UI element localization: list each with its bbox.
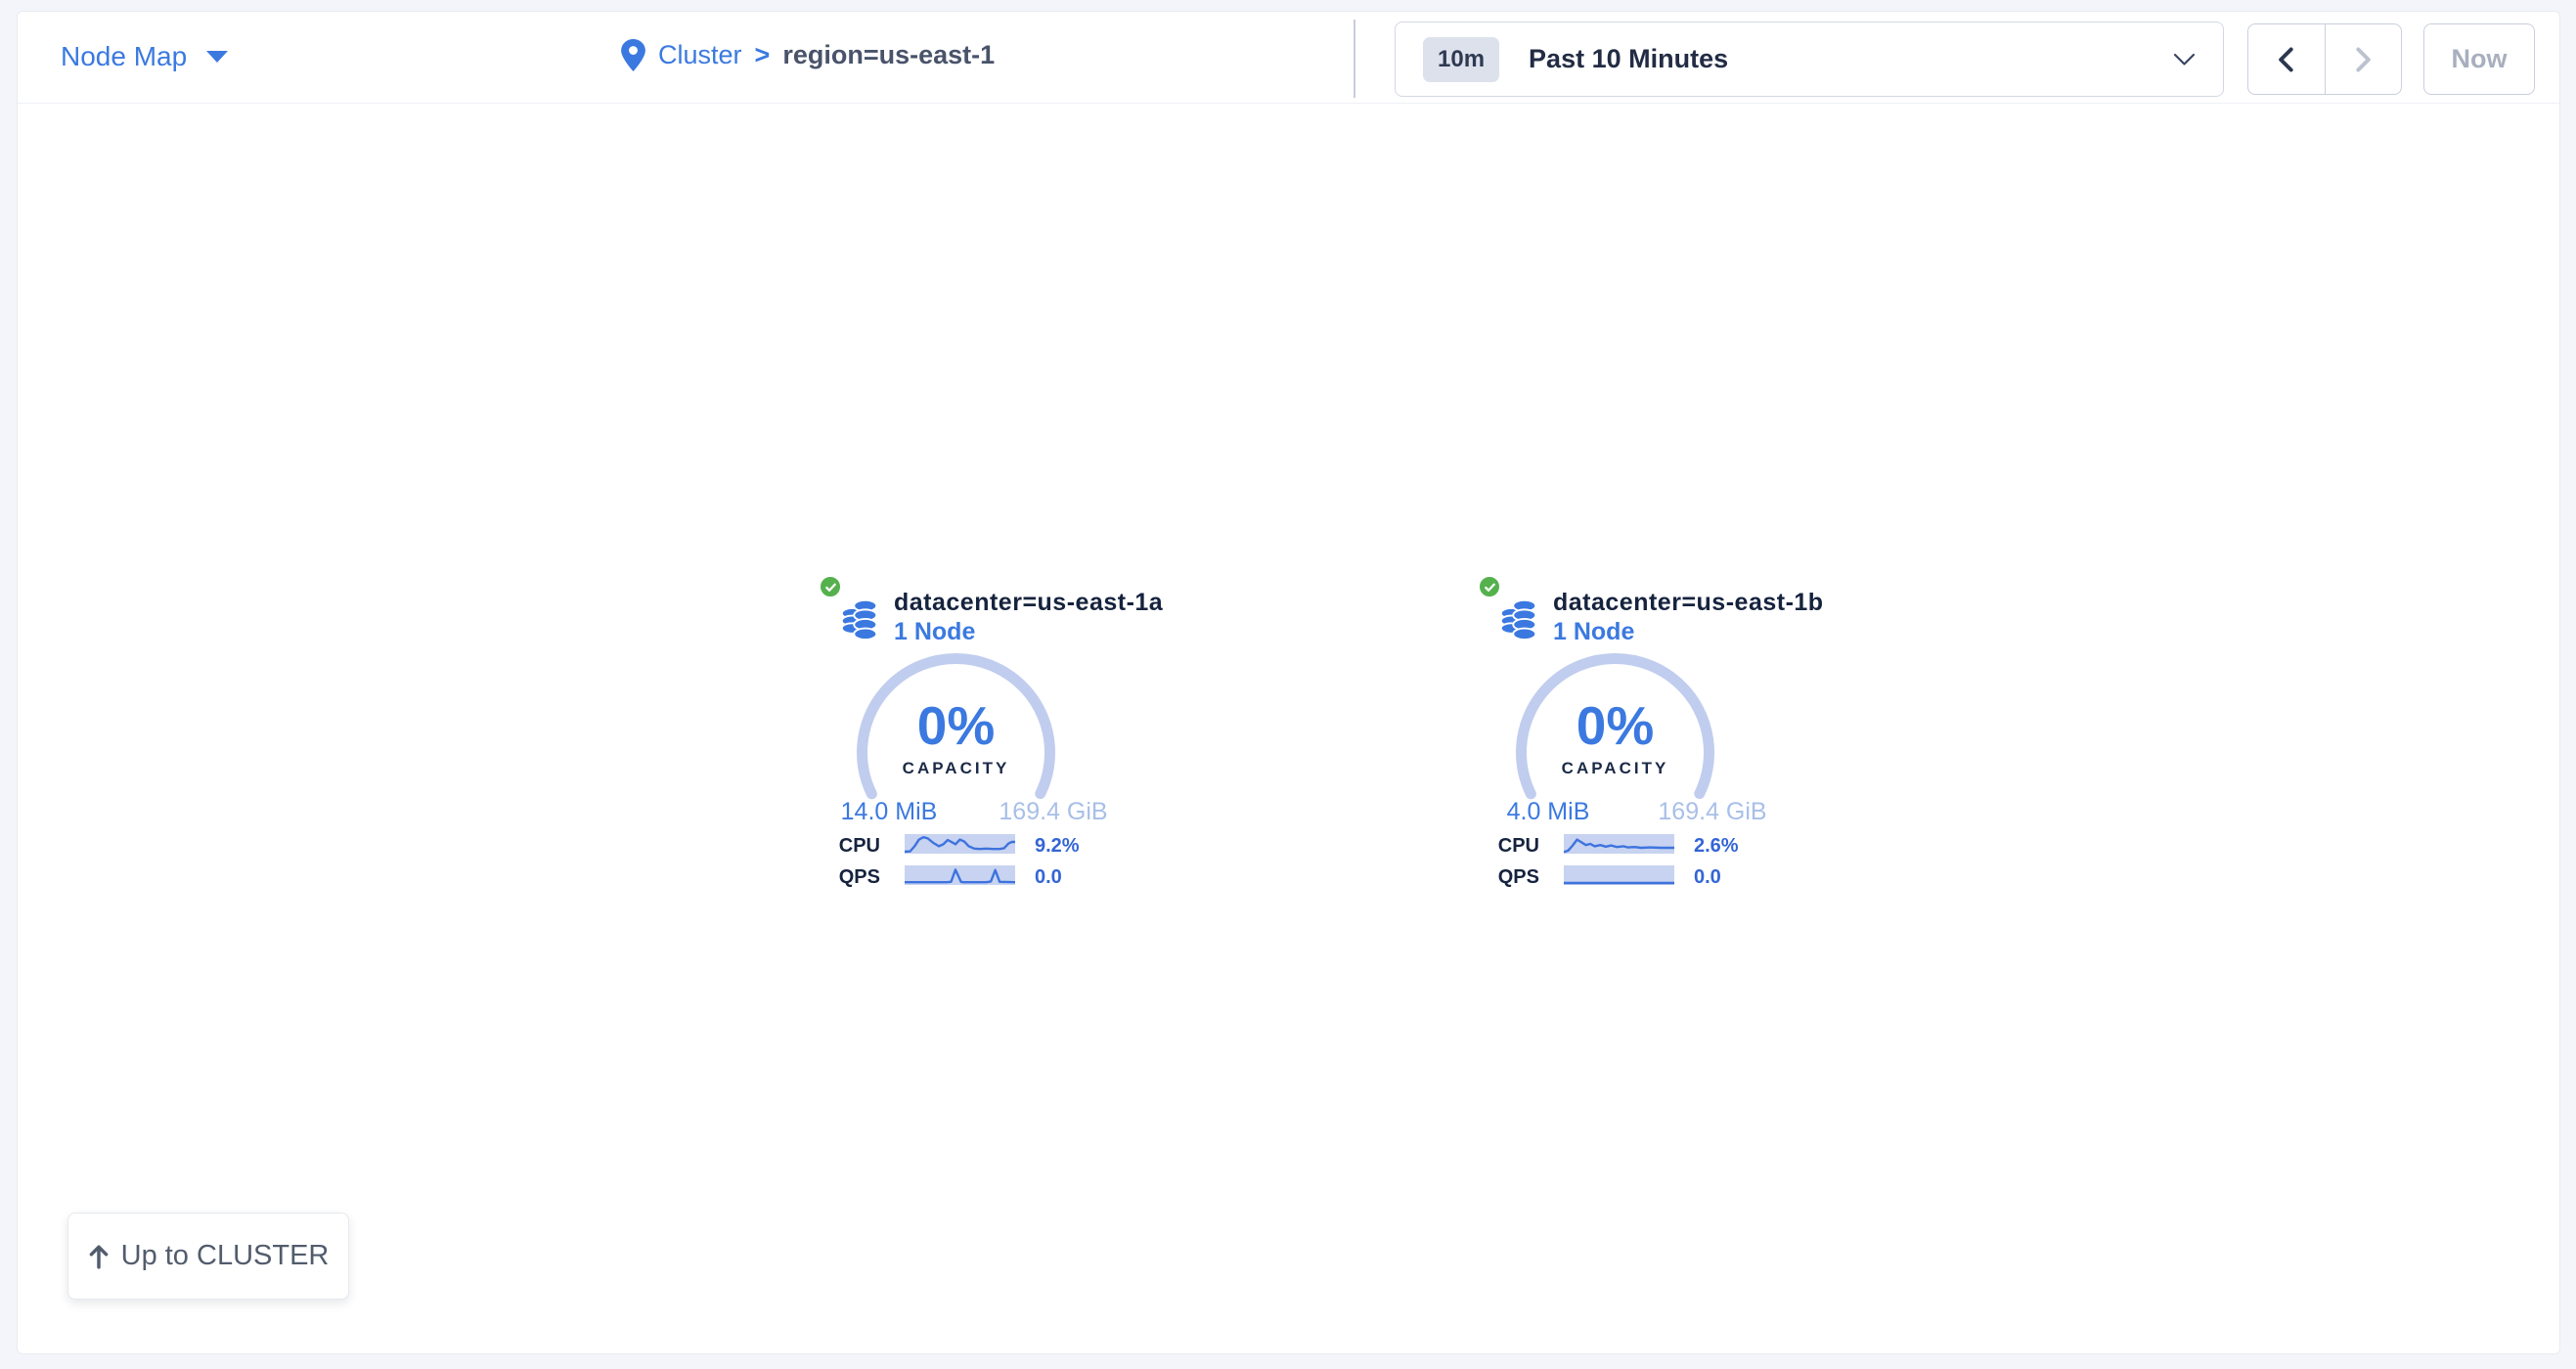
capacity-total: 169.4 GiB xyxy=(1643,798,1782,826)
capacity-used: 14.0 MiB xyxy=(820,798,958,826)
chevron-left-icon xyxy=(2275,46,2298,73)
content-panel xyxy=(17,11,2560,1354)
qps-label: QPS xyxy=(1461,866,1539,889)
breadcrumb-current: region=us-east-1 xyxy=(782,40,995,70)
node-count-link[interactable]: 1 Node xyxy=(894,618,975,646)
qps-label: QPS xyxy=(802,866,880,889)
cpu-label: CPU xyxy=(802,835,880,858)
time-range-badge: 10m xyxy=(1423,37,1499,82)
healthy-check-icon xyxy=(1478,575,1501,598)
time-range-label: Past 10 Minutes xyxy=(1529,44,1728,74)
node-count-link[interactable]: 1 Node xyxy=(1553,618,1634,646)
breadcrumb: Cluster > region=us-east-1 xyxy=(621,39,995,71)
breadcrumb-separator: > xyxy=(755,40,771,70)
time-step-back-button[interactable] xyxy=(2248,24,2326,94)
arrow-up-icon xyxy=(88,1244,110,1269)
now-button[interactable]: Now xyxy=(2423,23,2535,95)
time-range-dropdown[interactable]: 10m Past 10 Minutes xyxy=(1395,22,2224,97)
view-mode-selector[interactable]: Node Map xyxy=(61,41,228,72)
chevron-down-icon xyxy=(2173,53,2196,66)
breadcrumb-cluster-link[interactable]: Cluster xyxy=(658,40,742,70)
cpu-value: 9.2% xyxy=(1035,835,1080,858)
database-stack-icon xyxy=(1496,595,1541,641)
datacenter-name: datacenter=us-east-1a xyxy=(894,589,1163,617)
view-mode-label: Node Map xyxy=(61,41,187,72)
datacenter-card-us-east-1b[interactable]: datacenter=us-east-1b 1 Node 0% CAPACITY… xyxy=(1461,557,1823,909)
database-stack-icon xyxy=(837,595,882,641)
capacity-used: 4.0 MiB xyxy=(1479,798,1618,826)
time-step-button-group xyxy=(2247,23,2402,95)
capacity-caption: CAPACITY xyxy=(1506,759,1724,778)
header-divider xyxy=(18,103,2559,104)
datacenter-name: datacenter=us-east-1b xyxy=(1553,589,1824,617)
cpu-sparkline xyxy=(905,834,1015,854)
capacity-percent: 0% xyxy=(1506,694,1724,757)
cpu-sparkline xyxy=(1564,834,1674,854)
datacenter-card-us-east-1a[interactable]: datacenter=us-east-1a 1 Node 0% CAPACITY… xyxy=(802,557,1164,909)
cpu-label: CPU xyxy=(1461,835,1539,858)
capacity-percent: 0% xyxy=(847,694,1065,757)
capacity-caption: CAPACITY xyxy=(847,759,1065,778)
up-to-cluster-button[interactable]: Up to CLUSTER xyxy=(67,1213,349,1300)
qps-sparkline xyxy=(1564,865,1674,885)
location-pin-icon xyxy=(621,39,645,71)
qps-value: 0.0 xyxy=(1035,866,1062,889)
cpu-value: 2.6% xyxy=(1694,835,1739,858)
chevron-right-icon xyxy=(2351,46,2375,73)
chevron-down-icon xyxy=(206,51,228,63)
qps-sparkline xyxy=(905,865,1015,885)
healthy-check-icon xyxy=(819,575,842,598)
header-vertical-divider xyxy=(1354,20,1355,98)
qps-value: 0.0 xyxy=(1694,866,1721,889)
capacity-total: 169.4 GiB xyxy=(984,798,1123,826)
up-to-cluster-label: Up to CLUSTER xyxy=(121,1240,330,1272)
time-step-forward-button[interactable] xyxy=(2326,24,2402,94)
